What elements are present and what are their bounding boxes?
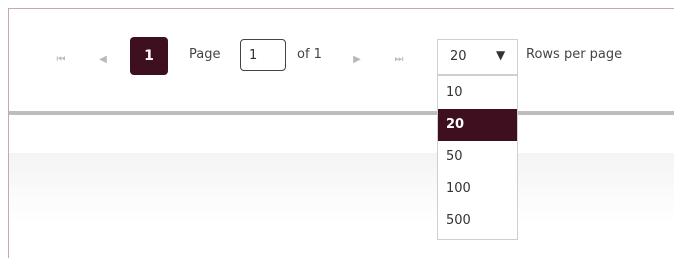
pagination-bar: ⏮ ◀ 1 Page of 1 ▶ ⏭ 20 ▼ Rows per page	[9, 9, 674, 109]
last-page-icon[interactable]: ⏭	[392, 53, 406, 67]
rows-option-50[interactable]: 50	[438, 141, 517, 173]
grid-header-band	[9, 153, 674, 223]
current-page-button[interactable]: 1	[130, 37, 168, 75]
rows-per-page-label: Rows per page	[526, 47, 623, 62]
page-count-label: of 1	[297, 47, 322, 62]
rows-per-page-value: 20	[450, 49, 467, 64]
grid-frame: ⏮ ◀ 1 Page of 1 ▶ ⏭ 20 ▼ Rows per page 1…	[8, 8, 674, 258]
divider	[9, 111, 674, 115]
rows-option-500[interactable]: 500	[438, 205, 517, 237]
chevron-down-icon: ▼	[496, 48, 506, 62]
page-number-input[interactable]	[240, 39, 286, 71]
current-page-number: 1	[144, 48, 154, 64]
next-page-icon[interactable]: ▶	[350, 53, 364, 67]
rows-option-100[interactable]: 100	[438, 173, 517, 205]
rows-per-page-select[interactable]: 20 ▼	[437, 39, 518, 75]
previous-page-icon[interactable]: ◀	[96, 53, 110, 67]
rows-option-20[interactable]: 20	[438, 109, 517, 141]
rows-option-10[interactable]: 10	[438, 77, 517, 109]
first-page-icon[interactable]: ⏮	[54, 53, 68, 67]
rows-per-page-dropdown: 10 20 50 100 500	[437, 75, 518, 240]
page-label: Page	[189, 47, 221, 62]
